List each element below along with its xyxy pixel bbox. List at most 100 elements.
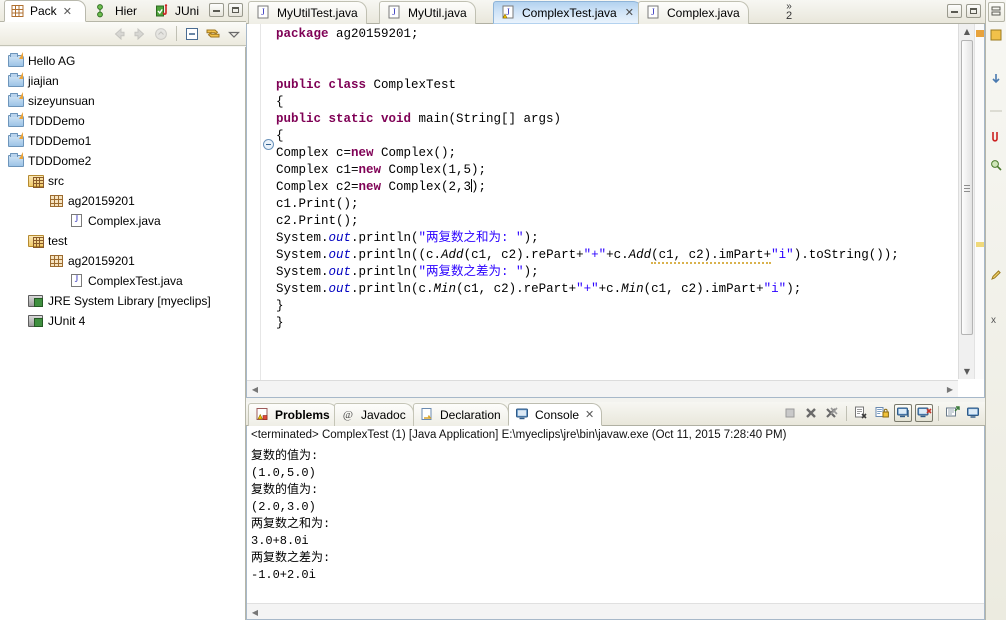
link-with-editor-icon[interactable] [205, 26, 221, 42]
code-token: Min [433, 282, 457, 296]
scroll-right-icon[interactable]: ▶ [942, 381, 958, 397]
code-token: c1.Print(); [276, 197, 359, 211]
tree-item[interactable]: ComplexTest.java [0, 271, 245, 291]
collapse-home-icon[interactable] [153, 26, 169, 42]
remove-launch-icon[interactable] [802, 404, 820, 422]
console-tab-console[interactable]: Console ✕ [508, 403, 603, 426]
minimize-icon[interactable] [209, 3, 224, 17]
remove-all-terminated-icon[interactable] [823, 404, 841, 422]
outline-view-icon[interactable] [989, 28, 1003, 42]
view-tab-junit[interactable]: JUni [150, 0, 206, 22]
scroll-down-icon[interactable]: ▼ [959, 364, 975, 379]
search-view-icon[interactable] [989, 158, 1003, 172]
code-token: ); [471, 180, 487, 194]
editor-tab-complextest[interactable]: J ComplexTest.java ✕ [493, 1, 643, 24]
tree-item[interactable]: TDDDome2 [0, 151, 245, 171]
java-project-icon [8, 52, 24, 69]
overview-warning-marker[interactable] [976, 30, 984, 37]
code-line: } [276, 298, 954, 315]
console-line: 两复数之差为: [251, 551, 331, 565]
editor-tab-myutiltest[interactable]: J MyUtilTest.java [248, 1, 367, 24]
console-tab-javadoc[interactable]: @ Javadoc [334, 403, 414, 426]
editor-vertical-scrollbar[interactable]: ▲ ▼ [958, 24, 974, 379]
back-icon[interactable] [111, 26, 127, 42]
editor-tab-label: Complex.java [667, 6, 740, 20]
console-line: 复数的值为: [251, 449, 319, 463]
editor-horizontal-scrollbar[interactable]: ◀ ▶ [247, 380, 958, 397]
code-token: System. [276, 265, 329, 279]
new-console-view-icon[interactable] [965, 404, 983, 422]
code-token: Complex c= [276, 146, 352, 160]
project-tree[interactable]: Hello AG jiajian sizeyunsuan TDDDemo TDDDemo… [0, 47, 246, 620]
view-tab-hier[interactable]: Hier [90, 0, 148, 22]
view-menu-icon[interactable] [226, 26, 242, 42]
clear-console-icon[interactable] [852, 404, 870, 422]
collapse-all-icon[interactable] [184, 26, 200, 42]
console-tab-declaration[interactable]: Declaration [413, 403, 509, 426]
terminate-icon[interactable] [781, 404, 799, 422]
restore-icon[interactable] [988, 2, 1005, 22]
source-code-text[interactable]: package ag20159201; public class Complex… [276, 26, 954, 379]
code-token: out [328, 265, 352, 279]
scroll-lock-icon[interactable] [873, 404, 891, 422]
svg-text:J: J [261, 7, 265, 17]
tree-item[interactable]: ag20159201 [0, 191, 245, 211]
editor-tab-myutil[interactable]: J MyUtil.java [379, 1, 476, 24]
code-token: out [328, 231, 352, 245]
tree-item[interactable]: ag20159201 [0, 251, 245, 271]
editor-tab-complex[interactable]: J Complex.java [638, 1, 749, 24]
maximize-icon[interactable] [966, 4, 981, 18]
console-tab-label: Console [535, 407, 580, 422]
type-hierarchy-icon [95, 3, 111, 19]
console-line: 两复数之和为: [251, 517, 331, 531]
code-token: .println((c. [351, 248, 442, 262]
scroll-left-icon[interactable]: ◀ [247, 604, 263, 619]
junit-view-icon[interactable] [989, 130, 1003, 144]
close-icon[interactable]: ✕ [625, 6, 634, 19]
tree-item[interactable]: Hello AG [0, 51, 245, 71]
code-token: out [328, 282, 352, 296]
code-token: +c. [598, 282, 622, 296]
display-selected-console-icon[interactable] [915, 404, 933, 422]
fold-collapse-icon[interactable] [263, 139, 274, 150]
view-tab-pack[interactable]: Pack ✕ [4, 0, 86, 22]
console-tab-problems[interactable]: Problems [248, 403, 338, 426]
editor-tab-overflow[interactable]: » 2 [786, 2, 792, 22]
tree-item[interactable]: src [0, 171, 245, 191]
package-explorer-icon [10, 3, 26, 19]
code-line: } [276, 315, 954, 332]
code-line: System.out.println("两复数之和为: "); [276, 230, 954, 247]
tree-item[interactable]: JUnit 4 [0, 311, 245, 331]
tree-item[interactable]: sizeyunsuan [0, 91, 245, 111]
tree-item[interactable]: JRE System Library [myeclips] [0, 291, 245, 311]
code-token: "+" [583, 248, 607, 262]
close-icon[interactable]: ✕ [63, 5, 72, 18]
tree-item[interactable]: jiajian [0, 71, 245, 91]
scrollbar-thumb[interactable] [961, 40, 973, 335]
tree-item[interactable]: TDDDemo1 [0, 131, 245, 151]
java-file-icon: J [387, 5, 403, 21]
console-output-text[interactable]: 复数的值为: (1.0,5.0) 复数的值为: (2.0,3.0) 两复数之和为: 3.0… [251, 448, 980, 601]
scrollbar-grip [964, 184, 970, 192]
tree-item[interactable]: Complex.java [0, 211, 245, 231]
editor-overview-ruler[interactable] [974, 24, 984, 379]
task-list-icon[interactable] [989, 72, 1003, 86]
maximize-icon[interactable] [228, 3, 243, 17]
open-console-icon[interactable] [944, 404, 962, 422]
overview-warning-marker[interactable] [976, 242, 984, 247]
console-line: (1.0,5.0) [251, 466, 316, 480]
pencil-icon[interactable] [989, 268, 1003, 282]
scroll-left-icon[interactable]: ◀ [247, 381, 263, 397]
console-output-panel[interactable]: <terminated> ComplexTest (1) [Java Appli… [246, 426, 985, 620]
close-icon[interactable]: ✕ [585, 408, 594, 421]
minimize-icon[interactable] [947, 4, 962, 18]
tree-item[interactable]: TDDDemo [0, 111, 245, 131]
console-horizontal-scrollbar[interactable]: ◀ [247, 603, 984, 619]
code-editor[interactable]: package ag20159201; public class Complex… [246, 24, 985, 398]
pin-console-icon[interactable] [894, 404, 912, 422]
tree-item[interactable]: test [0, 231, 245, 251]
source-folder-icon [28, 233, 44, 249]
folding-margin[interactable] [247, 24, 261, 397]
scroll-up-icon[interactable]: ▲ [959, 24, 975, 39]
forward-icon[interactable] [132, 26, 148, 42]
